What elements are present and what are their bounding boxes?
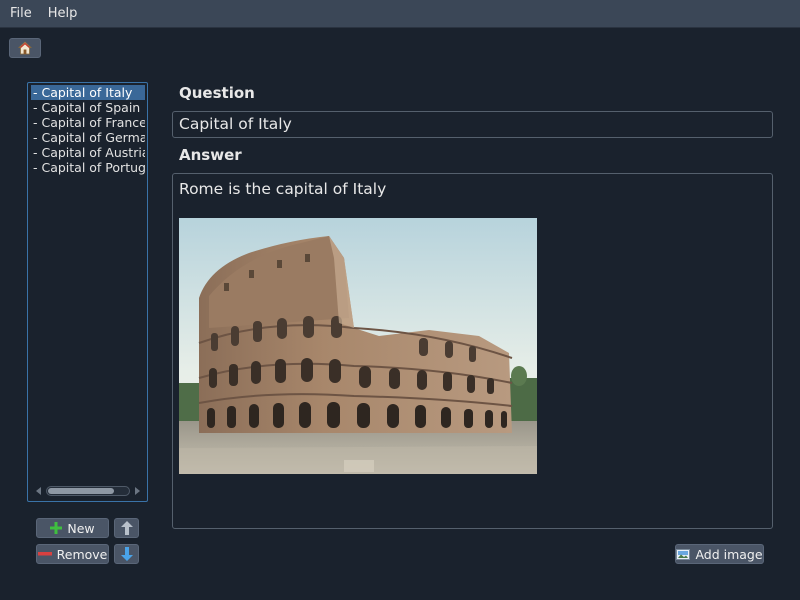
add-image-label: Add image	[695, 546, 763, 562]
arrow-down-icon	[120, 547, 133, 561]
scroll-thumb[interactable]	[48, 488, 114, 494]
answer-text: Rome is the capital of Italy	[179, 180, 387, 198]
plus-icon	[50, 522, 63, 534]
colosseum-picture	[179, 218, 537, 474]
minus-icon	[37, 552, 52, 556]
question-heading: Question	[179, 84, 255, 102]
remove-button-label: Remove	[56, 546, 108, 562]
add-image-button[interactable]: Add image	[675, 544, 764, 564]
home-button[interactable]	[9, 38, 41, 58]
remove-button[interactable]: Remove	[36, 544, 109, 564]
menu-file[interactable]: File	[4, 0, 38, 28]
move-up-button[interactable]	[114, 518, 139, 538]
colosseum-image[interactable]	[179, 218, 537, 474]
scroll-track[interactable]	[46, 486, 130, 496]
list-item[interactable]: - Capital of Italy	[31, 85, 145, 100]
move-down-button[interactable]	[114, 544, 139, 564]
card-list-items: - Capital of Italy - Capital of Spain - …	[31, 85, 145, 175]
list-item[interactable]: - Capital of France	[31, 115, 145, 130]
menu-help[interactable]: Help	[42, 0, 84, 28]
list-item[interactable]: - Capital of Germany	[31, 130, 145, 145]
home-icon	[18, 41, 32, 55]
card-list[interactable]: - Capital of Italy - Capital of Spain - …	[27, 82, 148, 502]
menubar: File Help	[0, 0, 800, 28]
list-item[interactable]: - Capital of Portugal	[31, 160, 145, 175]
answer-heading: Answer	[179, 146, 242, 164]
answer-editor[interactable]: Rome is the capital of Italy	[172, 173, 773, 529]
new-button-label: New	[67, 520, 95, 536]
horizontal-scrollbar[interactable]	[34, 484, 142, 498]
arrow-up-icon	[120, 521, 133, 535]
scroll-right-icon[interactable]	[132, 484, 142, 498]
scroll-left-icon[interactable]	[34, 484, 44, 498]
image-icon	[676, 548, 691, 560]
new-button[interactable]: New	[36, 518, 109, 538]
question-input[interactable]: Capital of Italy	[172, 111, 773, 138]
list-item[interactable]: - Capital of Austria	[31, 145, 145, 160]
list-item[interactable]: - Capital of Spain	[31, 100, 145, 115]
